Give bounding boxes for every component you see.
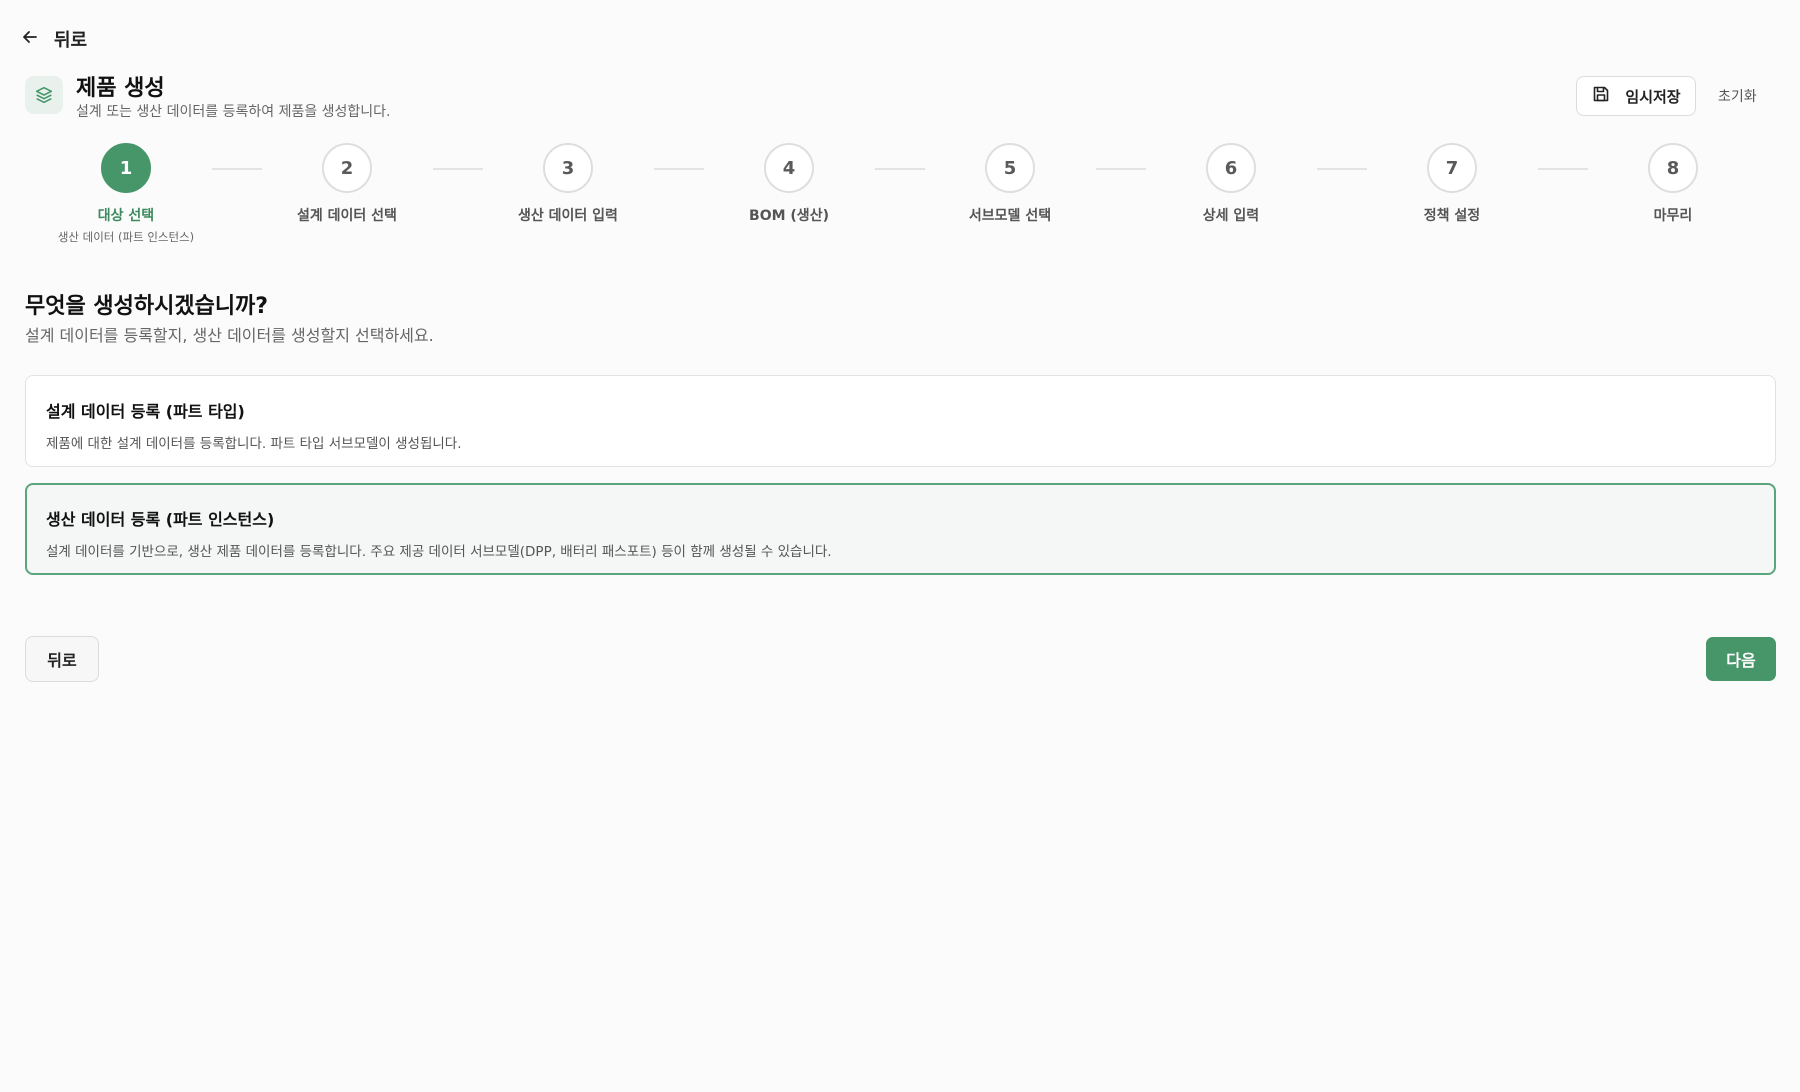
page-root: 뒤로 제품 생성 설계 또는 생산 데이터를 등록하여 제품을 생성합니다. 임… — [0, 0, 1800, 1092]
step-8[interactable]: 8 마무리 — [1573, 143, 1773, 225]
step-circle: 2 — [322, 143, 372, 193]
next-button[interactable]: 다음 — [1706, 637, 1776, 681]
step-label: BOM (생산) — [749, 208, 829, 224]
option-production-data[interactable]: 생산 데이터 등록 (파트 인스턴스) 설계 데이터를 기반으로, 생산 제품 … — [25, 483, 1776, 575]
step-4[interactable]: 4 BOM (생산) — [689, 143, 889, 225]
option-description: 설계 데이터를 기반으로, 생산 제품 데이터를 등록합니다. 주요 제공 데이… — [46, 544, 832, 560]
step-label: 대상 선택 — [97, 208, 155, 224]
step-circle: 3 — [543, 143, 593, 193]
step-circle: 1 — [101, 143, 151, 193]
option-title: 설계 데이터 등록 (파트 타입) — [46, 402, 245, 421]
step-label: 서브모델 선택 — [968, 208, 1052, 224]
question-title: 무엇을 생성하시겠습니까? — [25, 294, 269, 319]
step-7[interactable]: 7 정책 설정 — [1352, 143, 1552, 225]
step-label: 설계 데이터 선택 — [297, 208, 397, 224]
step-circle: 4 — [764, 143, 814, 193]
stepper: 1 대상 선택 생산 데이터 (파트 인스턴스) 2 설계 데이터 선택 3 생… — [0, 0, 1800, 250]
step-3[interactable]: 3 생산 데이터 입력 — [468, 143, 668, 225]
step-circle: 7 — [1427, 143, 1477, 193]
step-1[interactable]: 1 대상 선택 생산 데이터 (파트 인스턴스) — [26, 143, 226, 245]
step-circle: 5 — [985, 143, 1035, 193]
step-2[interactable]: 2 설계 데이터 선택 — [247, 143, 447, 225]
option-design-data[interactable]: 설계 데이터 등록 (파트 타입) 제품에 대한 설계 데이터를 등록합니다. … — [25, 375, 1776, 467]
question-description: 설계 데이터를 등록할지, 생산 데이터를 생성할지 선택하세요. — [25, 326, 434, 345]
step-label: 생산 데이터 입력 — [518, 208, 618, 224]
step-circle: 6 — [1206, 143, 1256, 193]
step-label: 정책 설정 — [1423, 208, 1481, 224]
option-title: 생산 데이터 등록 (파트 인스턴스) — [46, 510, 275, 529]
back-button[interactable]: 뒤로 — [25, 636, 99, 682]
step-label: 상세 입력 — [1202, 208, 1260, 224]
option-description: 제품에 대한 설계 데이터를 등록합니다. 파트 타입 서브모델이 생성됩니다. — [46, 436, 462, 452]
step-5[interactable]: 5 서브모델 선택 — [910, 143, 1110, 225]
step-sublabel: 생산 데이터 (파트 인스턴스) — [57, 230, 195, 244]
step-label: 마무리 — [1653, 208, 1693, 224]
step-circle: 8 — [1648, 143, 1698, 193]
step-6[interactable]: 6 상세 입력 — [1131, 143, 1331, 225]
